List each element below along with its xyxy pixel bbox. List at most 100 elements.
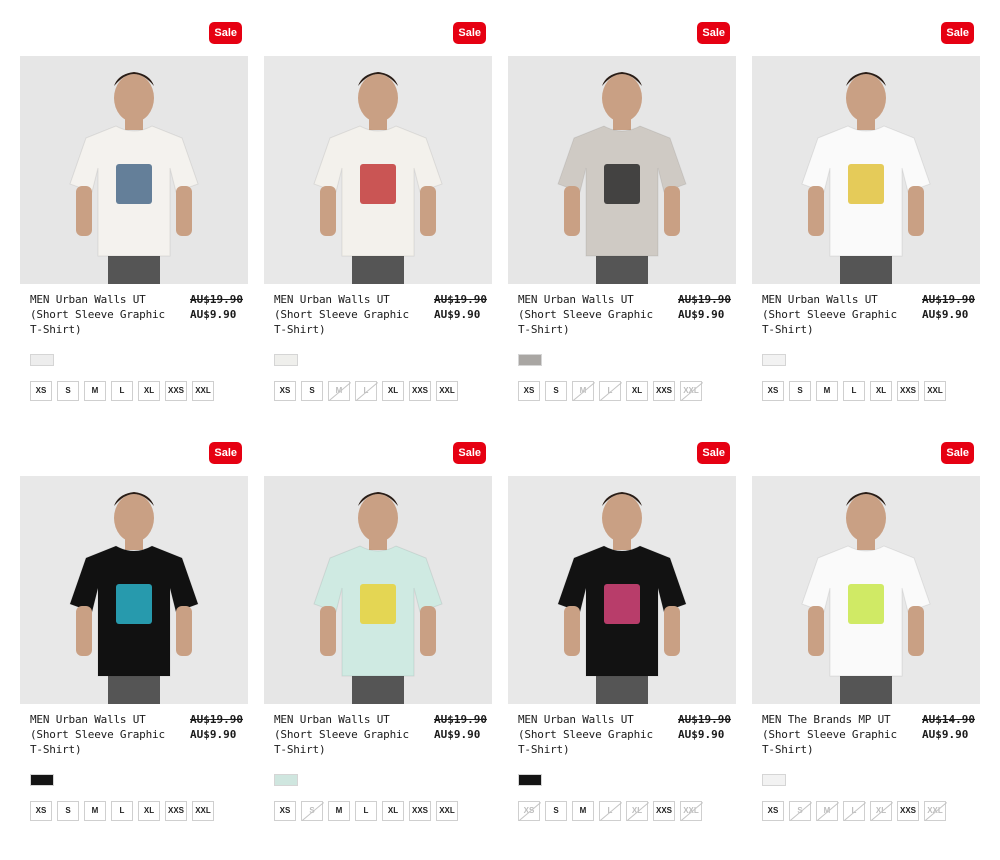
size-option-m[interactable]: M [572, 801, 594, 821]
size-option-xxl[interactable]: XXL [924, 381, 946, 401]
product-name[interactable]: MEN Urban Walls UT (Short Sleeve Graphic… [30, 292, 180, 337]
product-card[interactable]: Sale MEN Urban Walls UT (Short Sleeve Gr… [20, 20, 248, 440]
size-option-xl: XL [870, 801, 892, 821]
sale-badge: Sale [453, 442, 486, 464]
size-option-xxl: XXL [680, 801, 702, 821]
size-option-l[interactable]: L [111, 381, 133, 401]
size-option-xxs[interactable]: XXS [653, 801, 675, 821]
size-option-m: M [328, 381, 350, 401]
size-option-xl[interactable]: XL [138, 801, 160, 821]
size-option-xxs[interactable]: XXS [653, 381, 675, 401]
product-name[interactable]: MEN Urban Walls UT (Short Sleeve Graphic… [30, 712, 180, 757]
size-option-xs[interactable]: XS [30, 381, 52, 401]
product-card[interactable]: Sale MEN Urban Walls UT (Short Sleeve Gr… [264, 20, 492, 440]
sale-price: AU$9.90 [434, 308, 481, 321]
size-option-s[interactable]: S [545, 381, 567, 401]
product-info: MEN Urban Walls UT (Short Sleeve Graphic… [20, 712, 248, 758]
color-swatch[interactable] [762, 774, 786, 786]
product-image[interactable] [752, 476, 980, 704]
original-price: AU$19.90 [190, 293, 243, 306]
size-option-xs[interactable]: XS [274, 801, 296, 821]
product-image[interactable] [508, 476, 736, 704]
size-option-xxl[interactable]: XXL [192, 381, 214, 401]
product-card[interactable]: Sale MEN Urban Walls UT (Short Sleeve Gr… [508, 440, 736, 860]
size-option-xl[interactable]: XL [138, 381, 160, 401]
size-option-xs[interactable]: XS [762, 801, 784, 821]
product-info: MEN Urban Walls UT (Short Sleeve Graphic… [264, 292, 492, 338]
size-option-xs[interactable]: XS [518, 381, 540, 401]
product-image[interactable] [20, 476, 248, 704]
size-list: XS S M L XL XXS XXL [762, 381, 946, 401]
sale-price: AU$9.90 [922, 308, 969, 321]
size-option-m[interactable]: M [84, 801, 106, 821]
original-price: AU$19.90 [922, 293, 975, 306]
sale-badge: Sale [453, 22, 486, 44]
product-image[interactable] [508, 56, 736, 284]
size-option-xl[interactable]: XL [870, 381, 892, 401]
product-name[interactable]: MEN Urban Walls UT (Short Sleeve Graphic… [274, 712, 424, 757]
size-option-l[interactable]: L [355, 801, 377, 821]
size-option-m[interactable]: M [816, 381, 838, 401]
color-swatch[interactable] [518, 774, 542, 786]
size-option-xs[interactable]: XS [762, 381, 784, 401]
size-option-xxs[interactable]: XXS [897, 381, 919, 401]
product-image[interactable] [752, 56, 980, 284]
size-option-xl[interactable]: XL [382, 381, 404, 401]
product-card[interactable]: Sale MEN Urban Walls UT (Short Sleeve Gr… [20, 440, 248, 860]
size-option-xxs[interactable]: XXS [409, 381, 431, 401]
size-option-l: L [599, 381, 621, 401]
original-price: AU$19.90 [190, 713, 243, 726]
size-option-xs: XS [518, 801, 540, 821]
color-swatch[interactable] [274, 774, 298, 786]
product-image[interactable] [20, 56, 248, 284]
size-option-xxl[interactable]: XXL [436, 381, 458, 401]
size-option-s[interactable]: S [789, 381, 811, 401]
size-option-s[interactable]: S [57, 381, 79, 401]
size-list: XS S M L XL XXS XXL [30, 801, 214, 821]
color-swatch[interactable] [30, 354, 54, 366]
size-option-xxs[interactable]: XXS [165, 801, 187, 821]
size-option-xxs[interactable]: XXS [165, 381, 187, 401]
size-option-xxs[interactable]: XXS [409, 801, 431, 821]
size-list: XS S M L XL XXS XXL [30, 381, 214, 401]
color-swatch[interactable] [274, 354, 298, 366]
size-option-xs[interactable]: XS [274, 381, 296, 401]
product-card[interactable]: Sale MEN The Brands MP UT (Short Sleeve … [752, 440, 980, 860]
product-name[interactable]: MEN Urban Walls UT (Short Sleeve Graphic… [762, 292, 912, 337]
size-option-l: L [843, 801, 865, 821]
product-card[interactable]: Sale MEN Urban Walls UT (Short Sleeve Gr… [508, 20, 736, 440]
product-name[interactable]: MEN The Brands MP UT (Short Sleeve Graph… [762, 712, 912, 757]
size-option-s[interactable]: S [545, 801, 567, 821]
color-swatch[interactable] [762, 354, 786, 366]
product-grid: Sale MEN Urban Walls UT (Short Sleeve Gr… [20, 20, 980, 860]
model-wearing-tshirt-illustration [801, 72, 931, 284]
size-option-xxl[interactable]: XXL [436, 801, 458, 821]
product-card[interactable]: Sale MEN Urban Walls UT (Short Sleeve Gr… [752, 20, 980, 440]
size-list: XS S M L XL XXS XXL [274, 381, 458, 401]
product-info: MEN Urban Walls UT (Short Sleeve Graphic… [508, 712, 736, 758]
size-option-m: M [572, 381, 594, 401]
color-swatch[interactable] [30, 774, 54, 786]
sale-price: AU$9.90 [434, 728, 481, 741]
size-option-xxs[interactable]: XXS [897, 801, 919, 821]
size-option-m[interactable]: M [84, 381, 106, 401]
size-option-m[interactable]: M [328, 801, 350, 821]
size-option-xxl[interactable]: XXL [192, 801, 214, 821]
original-price: AU$19.90 [434, 713, 487, 726]
size-option-xs[interactable]: XS [30, 801, 52, 821]
size-option-s[interactable]: S [301, 381, 323, 401]
product-name[interactable]: MEN Urban Walls UT (Short Sleeve Graphic… [274, 292, 424, 337]
size-option-xl[interactable]: XL [382, 801, 404, 821]
size-option-m: M [816, 801, 838, 821]
product-name[interactable]: MEN Urban Walls UT (Short Sleeve Graphic… [518, 712, 668, 757]
color-swatch[interactable] [518, 354, 542, 366]
product-image[interactable] [264, 476, 492, 704]
size-option-s[interactable]: S [57, 801, 79, 821]
product-name[interactable]: MEN Urban Walls UT (Short Sleeve Graphic… [518, 292, 668, 337]
size-option-xl[interactable]: XL [626, 381, 648, 401]
product-card[interactable]: Sale MEN Urban Walls UT (Short Sleeve Gr… [264, 440, 492, 860]
size-option-l[interactable]: L [843, 381, 865, 401]
size-option-l[interactable]: L [111, 801, 133, 821]
product-image[interactable] [264, 56, 492, 284]
size-option-s: S [789, 801, 811, 821]
